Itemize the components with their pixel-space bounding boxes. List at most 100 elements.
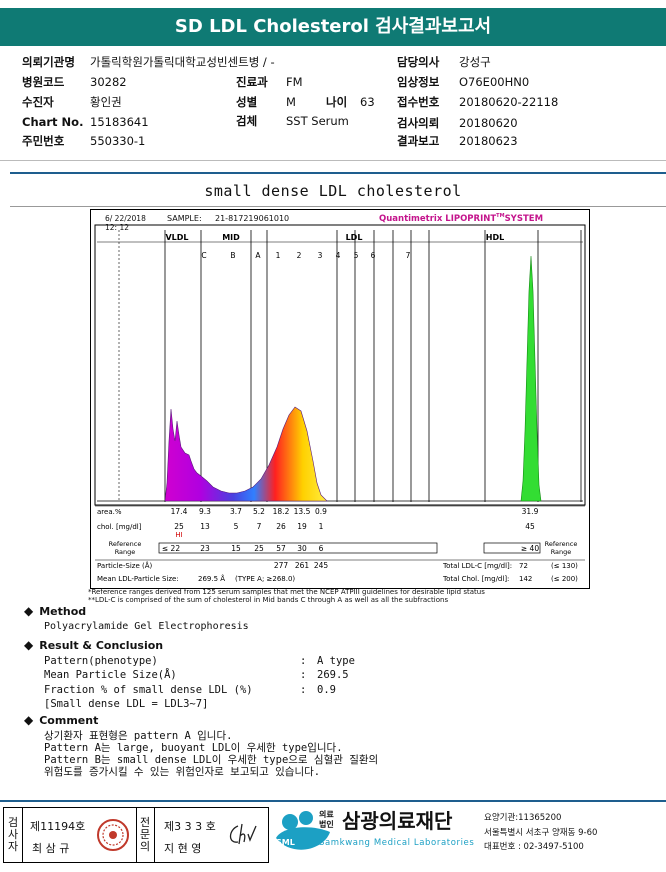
- band-label: 1: [276, 251, 281, 260]
- ref-row-label: Reference: [109, 540, 142, 548]
- area-value: 18.2: [273, 507, 290, 516]
- ref-value: 57: [276, 544, 286, 553]
- sex-label: 성별: [236, 95, 258, 109]
- code-value: 30282: [90, 75, 127, 89]
- group-label-mid: MID: [222, 233, 240, 242]
- mps-value: 269.5: [317, 669, 349, 681]
- divider: [10, 172, 666, 174]
- doctor-label: 담당의사: [397, 55, 440, 69]
- patient-label: 수진자: [22, 95, 54, 109]
- org-prefix: 의료 법인: [319, 810, 334, 829]
- band-label: 7: [406, 251, 411, 260]
- pattern-value: A type: [317, 655, 355, 667]
- chol-value: 7: [257, 522, 262, 531]
- ref-value: 23: [200, 544, 210, 553]
- pattern-label: Pattern(phenotype): [44, 655, 158, 667]
- particle-size-value: 277: [274, 561, 289, 570]
- divider: [0, 160, 666, 161]
- chart-label: Chart No.: [22, 115, 84, 129]
- band-label: 4: [336, 251, 341, 260]
- ref-value: 25: [254, 544, 264, 553]
- area-row-label: area.%: [97, 508, 122, 516]
- hospital-value: 가톨릭학원가톨릭대학교성빈센트병 / -: [90, 55, 275, 69]
- seal-icon: [97, 819, 129, 851]
- total-chol-value: 142: [519, 575, 532, 583]
- dept-label: 진료과: [236, 75, 268, 89]
- mean-size-value: 269.5 Å: [198, 574, 225, 583]
- signature-box: 검사자 제11194호 최 삼 규 전문의 제3 3 3 호 지 현 영: [3, 807, 269, 863]
- report-title: small dense LDL cholesterol: [204, 182, 462, 200]
- result-heading: ◆ Result & Conclusion: [24, 638, 164, 652]
- colon: :: [300, 684, 307, 696]
- lipoprint-chart: 6/ 22/2018 12: 12 SAMPLE: 21-81721906101…: [90, 209, 590, 589]
- method-heading: ◆ Method: [24, 604, 87, 618]
- particle-size-value: 245: [314, 561, 329, 570]
- specialist-name: 지 현 영: [164, 842, 202, 855]
- receipt-value: 20180620-22118: [459, 95, 559, 109]
- request-value: 20180620: [459, 116, 518, 130]
- request-label: 검사의뢰: [397, 116, 440, 130]
- diamond-icon: ◆: [24, 713, 34, 727]
- patient-value: 황인권: [90, 95, 122, 109]
- footnotes: *Reference ranges derived from 125 serum…: [88, 588, 485, 604]
- fraction-label: Fraction % of small dense LDL (%): [44, 684, 253, 696]
- footnote-1: *Reference ranges derived from 125 serum…: [88, 588, 485, 596]
- area-value: 17.4: [171, 507, 188, 516]
- signature-icon: [229, 823, 257, 845]
- lipid-profile-peak: [164, 406, 328, 502]
- tester-license: 제11194호: [30, 820, 86, 833]
- area-value: 5.2: [253, 507, 265, 516]
- chol-value: 25: [174, 522, 184, 531]
- specialist-vertical-label: 전문의: [139, 816, 151, 853]
- specimen-label: 검체: [236, 114, 258, 128]
- band-label: B: [230, 251, 235, 260]
- comment-line: 위험도를 증가시킬 수 있는 위험인자로 보고되고 있습니다.: [44, 766, 321, 778]
- area-value: 0.9: [315, 507, 327, 516]
- ref-value: 15: [231, 544, 241, 553]
- band-label: 6: [371, 251, 376, 260]
- chol-value: 19: [297, 522, 307, 531]
- ref-row-label: Reference: [545, 540, 578, 548]
- org-phone: 대표번호 : 02-3497-5100: [484, 842, 584, 852]
- chol-value: 1: [319, 522, 324, 531]
- mean-size-label: Mean LDL-Particle Size:: [97, 575, 179, 583]
- hospital-label: 의뢰기관명: [22, 55, 75, 69]
- org-name: 삼광의료재단: [342, 809, 453, 833]
- report-header: SD LDL Cholesterol 검사결과보고서: [0, 8, 666, 46]
- sml-logo-text: SML: [276, 838, 295, 847]
- specialist-license: 제3 3 3 호: [164, 820, 216, 833]
- receipt-label: 접수번호: [397, 95, 440, 109]
- sex-value: M: [286, 95, 296, 109]
- mps-label: Mean Particle Size(Å): [44, 669, 177, 681]
- footnote-2: **LDL-C is comprised of the sum of chole…: [88, 596, 449, 604]
- group-label-hdl: HDL: [486, 233, 504, 242]
- area-value: 31.9: [522, 507, 539, 516]
- method-text: Polyacrylamide Gel Electrophoresis: [44, 621, 249, 632]
- band-label: 5: [354, 251, 359, 260]
- chol-row-label: chol. [mg/dl]: [97, 523, 142, 531]
- comment-heading: ◆ Comment: [24, 713, 99, 727]
- particle-size-label: Particle-Size (Å): [97, 561, 153, 570]
- group-label-vldl: VLDL: [165, 233, 188, 242]
- total-ldl-ref: (≤ 130): [551, 562, 578, 570]
- ref-value: 6: [319, 544, 324, 553]
- ref-row-label: Range: [551, 548, 572, 556]
- chol-value: 26: [276, 522, 286, 531]
- band-label: C: [201, 251, 206, 260]
- ref-value: ≤ 22: [162, 544, 180, 553]
- chol-flag: HI: [175, 531, 182, 539]
- total-ldl-value: 72: [519, 562, 528, 570]
- diamond-icon: ◆: [24, 604, 34, 618]
- tester-vertical-label: 검사자: [7, 816, 19, 853]
- chart-value: 15183641: [90, 115, 149, 129]
- doctor-value: 강성구: [459, 55, 491, 69]
- mean-size-type: (TYPE A; ≥268.0): [235, 575, 295, 583]
- total-ldl-label: Total LDL-C [mg/dl]:: [442, 562, 512, 570]
- colon: :: [300, 655, 307, 667]
- code-label: 병원코드: [22, 75, 65, 89]
- tester-name: 최 삼 규: [32, 842, 70, 855]
- clinical-label: 임상정보: [397, 75, 440, 89]
- total-chol-label: Total Chol. [mg/dl]:: [442, 575, 509, 583]
- ref-value: 30: [297, 544, 307, 553]
- total-chol-ref: (≤ 200): [551, 575, 578, 583]
